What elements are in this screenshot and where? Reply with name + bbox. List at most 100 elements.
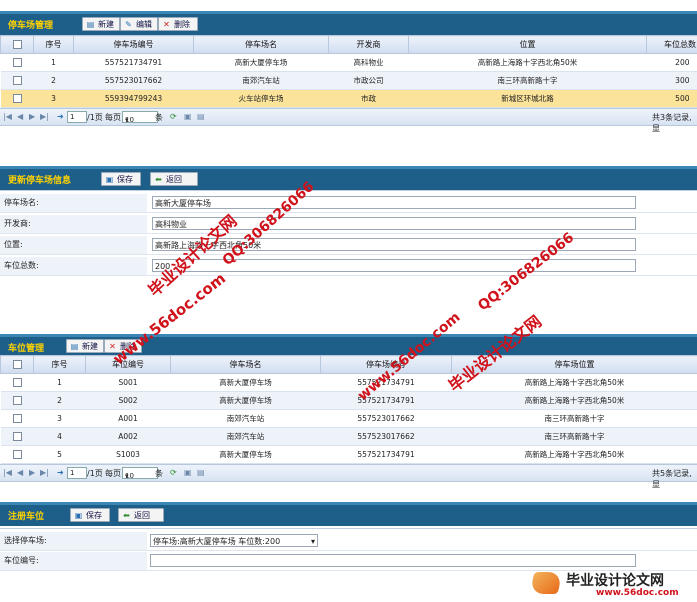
select-all-checkbox[interactable] xyxy=(12,40,22,49)
site-logo: 毕业设计论文网 www.56doc.com xyxy=(529,568,697,602)
panel-title: 停车场管理 xyxy=(8,21,54,31)
col-header-name[interactable]: 停车场名 xyxy=(193,35,329,54)
field-name-row: 停车场名: 高新大厦停车场 xyxy=(0,194,697,213)
select-all-checkbox[interactable] xyxy=(12,360,22,369)
table-row[interactable]: 2 S002 高新大厦停车场 557521734791 高新路上海路十字西北角5… xyxy=(0,391,697,410)
field-label: 车位总数: xyxy=(0,257,147,275)
chevron-down-icon: ▾ xyxy=(310,537,315,546)
last-page-icon[interactable]: ▶| xyxy=(40,112,49,121)
col-header-location[interactable]: 位置 xyxy=(408,35,647,54)
field-location-row: 位置: 高新路上海路十字西北角50米 xyxy=(0,236,697,255)
table-row[interactable]: 2 557523017662 南郊汽车站 市政公司 南三环高新路十字 300 xyxy=(0,71,697,90)
per-page-select[interactable]: 10 ▾ xyxy=(122,111,158,124)
logo-text: 毕业设计论文网 xyxy=(566,573,664,589)
save-disk-icon: ▣ xyxy=(74,511,83,520)
space-table: 序号 车位编号 停车场名 停车场编号 停车场位置 1 S001 高新大厦停车场 … xyxy=(0,355,697,464)
new-button[interactable]: ▤ 新建 xyxy=(66,339,104,353)
new-button[interactable]: ▤ 新建 xyxy=(82,17,120,31)
update-form-panel: 更新停车场信息 ▣ 保存 ⬅ 返回 xyxy=(0,166,697,190)
page-input[interactable]: 1 xyxy=(67,467,87,479)
col-header-developer[interactable]: 开发商 xyxy=(328,35,409,54)
col-header-total[interactable]: 车位总数 xyxy=(646,35,697,54)
delete-button[interactable]: ✕ 删除 xyxy=(158,17,198,31)
last-page-icon[interactable]: ▶| xyxy=(40,468,49,477)
col-header-lot-name[interactable]: 停车场名 xyxy=(170,355,321,374)
save-button[interactable]: ▣ 保存 xyxy=(70,508,110,522)
prev-page-icon[interactable]: ◀ xyxy=(17,112,23,121)
field-label: 停车场名: xyxy=(0,194,147,212)
chevron-down-icon: ▾ xyxy=(125,116,129,124)
field-label: 选择停车场: xyxy=(0,532,147,550)
row-checkbox[interactable] xyxy=(12,432,22,442)
first-page-icon[interactable]: |◀ xyxy=(3,112,12,121)
divider xyxy=(0,190,697,191)
col-header-code[interactable]: 停车场编号 xyxy=(73,35,194,54)
per-page-unit: 条 xyxy=(155,113,163,122)
col-header-seq[interactable]: 序号 xyxy=(33,355,86,374)
edit-icon: ✎ xyxy=(125,20,132,29)
register-form-panel: 注册车位 ▣ 保存 ⬅ 返回 xyxy=(0,502,697,526)
row-checkbox[interactable] xyxy=(12,450,22,460)
table-row[interactable]: 4 A002 南郊汽车站 557523017662 南三环高新路十字 xyxy=(0,427,697,446)
select-all-header[interactable] xyxy=(0,35,34,54)
row-checkbox[interactable] xyxy=(12,76,22,86)
print-icon[interactable]: ▤ xyxy=(197,468,205,477)
table-row-selected[interactable]: 3 559394799243 火车站停车场 市政 新城区环城北路 500 xyxy=(0,89,697,108)
next-page-icon[interactable]: ▶ xyxy=(29,468,35,477)
export-icon[interactable]: ▣ xyxy=(184,468,192,477)
go-arrow-icon[interactable]: ➜ xyxy=(57,112,64,121)
next-page-icon[interactable]: ▶ xyxy=(29,112,35,121)
field-label: 位置: xyxy=(0,236,147,254)
page-input[interactable]: 1 xyxy=(67,111,87,123)
panel-title: 更新停车场信息 xyxy=(8,176,72,186)
row-checkbox[interactable] xyxy=(12,414,22,424)
update-form-titlebar: 更新停车场信息 ▣ 保存 ⬅ 返回 xyxy=(0,166,697,190)
save-disk-icon: ▣ xyxy=(105,175,114,184)
pager: |◀ ◀ ▶ ▶| ➜ 1 /1页 每页 10 ▾ 条 ⟳ ▣ ▤ 共3条记录,… xyxy=(0,108,697,133)
pager: |◀ ◀ ▶ ▶| ➜ 1 /1页 每页 10 ▾ 条 ⟳ ▣ ▤ 共5条记录,… xyxy=(0,464,697,489)
row-checkbox[interactable] xyxy=(12,94,22,104)
prev-page-icon[interactable]: ◀ xyxy=(17,468,23,477)
refresh-icon[interactable]: ⟳ xyxy=(170,468,177,477)
back-arrow-icon: ⬅ xyxy=(155,175,162,184)
back-arrow-icon: ⬅ xyxy=(123,511,130,520)
row-checkbox[interactable] xyxy=(12,58,22,68)
per-page-label: 每页 xyxy=(105,469,121,478)
edit-button[interactable]: ✎ 编辑 xyxy=(120,17,158,31)
first-page-icon[interactable]: |◀ xyxy=(3,468,12,477)
select-lot-row: 选择停车场: 停车场:高新大厦停车场 车位数:200 ▾ xyxy=(0,532,697,551)
table-row[interactable]: 1 557521734791 高新大厦停车场 高科物业 高新路上海路十字西北角5… xyxy=(0,53,697,72)
new-doc-icon: ▤ xyxy=(86,20,95,29)
field-developer-row: 开发商: 高科物业 xyxy=(0,215,697,234)
logo-graphic-icon xyxy=(529,572,563,594)
space-code-input[interactable] xyxy=(150,554,636,567)
new-doc-icon: ▤ xyxy=(70,342,79,351)
field-total-row: 车位总数: 200 xyxy=(0,257,697,276)
back-button[interactable]: ⬅ 返回 xyxy=(150,172,198,186)
print-icon[interactable]: ▤ xyxy=(197,112,205,121)
record-summary: 共3条记录, 显 xyxy=(652,113,692,133)
back-button[interactable]: ⬅ 返回 xyxy=(118,508,164,522)
save-button[interactable]: ▣ 保存 xyxy=(101,172,141,186)
select-all-header[interactable] xyxy=(0,355,34,374)
space-mgmt-panel: 车位管理 ▤ 新建 ✕ 删除 序号 车位编号 停车场名 停车场编号 停车场位置 … xyxy=(0,334,697,489)
per-page-select[interactable]: 10 ▾ xyxy=(122,467,158,480)
row-checkbox[interactable] xyxy=(12,378,22,388)
col-header-seq[interactable]: 序号 xyxy=(33,35,74,54)
register-form-titlebar: 注册车位 ▣ 保存 ⬅ 返回 xyxy=(0,502,697,526)
page-count: /1页 xyxy=(87,113,103,122)
space-mgmt-titlebar: 车位管理 ▤ 新建 ✕ 删除 xyxy=(0,334,697,355)
refresh-icon[interactable]: ⟳ xyxy=(170,112,177,121)
table-row[interactable]: 1 S001 高新大厦停车场 557521734791 高新路上海路十字西北角5… xyxy=(0,373,697,392)
logo-url: www.56doc.com xyxy=(596,588,679,598)
parking-mgmt-panel: 停车场管理 ▤ 新建 ✎ 编辑 ✕ 删除 序号 停车场编号 停车场名 开发商 位… xyxy=(0,11,697,133)
row-checkbox[interactable] xyxy=(12,396,22,406)
lot-select[interactable]: 停车场:高新大厦停车场 车位数:200 ▾ xyxy=(150,534,318,547)
per-page-label: 每页 xyxy=(105,113,121,122)
table-row[interactable]: 5 S1003 高新大厦停车场 557521734791 高新路上海路十字西北角… xyxy=(0,445,697,464)
divider xyxy=(0,528,697,529)
go-arrow-icon[interactable]: ➜ xyxy=(57,468,64,477)
export-icon[interactable]: ▣ xyxy=(184,112,192,121)
table-row[interactable]: 3 A001 南郊汽车站 557523017662 南三环高新路十字 xyxy=(0,409,697,428)
record-summary: 共5条记录, 显 xyxy=(652,469,692,489)
